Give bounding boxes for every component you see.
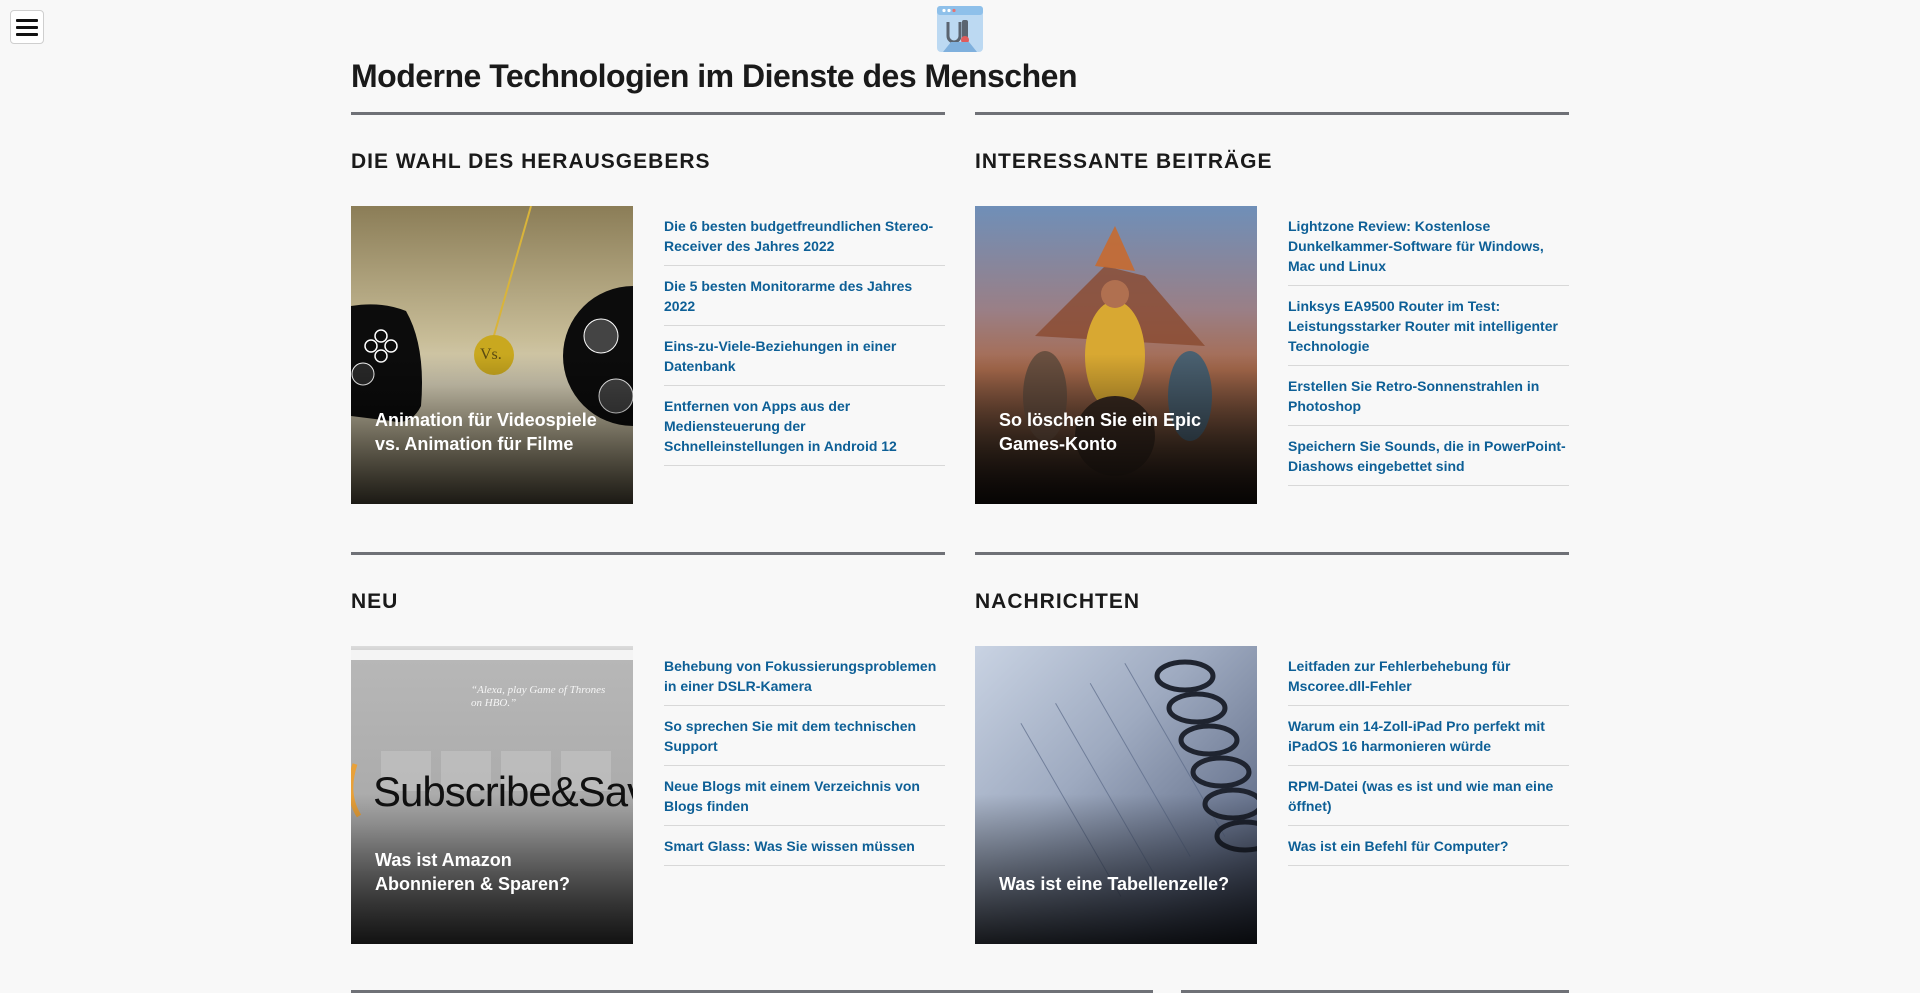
list-item: Was ist ein Befehl für Computer? [1288,826,1569,866]
feature-caption: Animation für Videospiele vs. Animation … [375,410,597,454]
article-link[interactable]: Die 6 besten budgetfreundlichen Stereo-R… [664,216,945,256]
list-item: Behebung von Fokussierungsproblemen in e… [664,646,945,706]
list-item: Neue Blogs mit einem Verzeichnis von Blo… [664,766,945,826]
list-item: Eins-zu-Viele-Beziehungen in einer Daten… [664,326,945,386]
article-list: Behebung von Fokussierungsproblemen in e… [664,646,945,866]
article-link[interactable]: RPM-Datei (was es ist und wie man eine ö… [1288,776,1569,816]
article-list: Leitfaden zur Fehlerbehebung für Mscoree… [1288,646,1569,866]
article-link[interactable]: Was ist ein Befehl für Computer? [1288,836,1569,856]
section-heading: NEU [351,590,399,613]
feature-card[interactable]: “Alexa, play Game of Thrones on HBO.” Su… [351,646,633,944]
list-item: Die 5 besten Monitorarme des Jahres 2022 [664,266,945,326]
section-heading: INTERESSANTE BEITRÄGE [975,150,1273,173]
list-item: Smart Glass: Was Sie wissen müssen [664,826,945,866]
article-link[interactable]: So sprechen Sie mit dem technischen Supp… [664,716,945,756]
article-link[interactable]: Warum ein 14-Zoll-iPad Pro perfekt mit i… [1288,716,1569,756]
article-link[interactable]: Lightzone Review: Kostenlose Dunkelkamme… [1288,216,1569,276]
feature-card[interactable]: So löschen Sie ein Epic Games-Konto [975,206,1257,504]
list-item: So sprechen Sie mit dem technischen Supp… [664,706,945,766]
section-heading: DIE WAHL DES HERAUSGEBERS [351,150,711,173]
article-link[interactable]: Linksys EA9500 Router im Test: Leistungs… [1288,296,1569,356]
feature-caption: Was ist eine Tabellenzelle? [999,874,1230,894]
article-link[interactable]: Neue Blogs mit einem Verzeichnis von Blo… [664,776,945,816]
article-link[interactable]: Speichern Sie Sounds, die in PowerPoint-… [1288,436,1569,476]
feature-caption: Was ist Amazon Abonnieren & Sparen? [375,850,571,894]
section-editors-choice: DIE WAHL DES HERAUSGEBERS Vs. [351,112,945,504]
menu-bar-icon [16,32,38,36]
menu-bar-icon [16,25,38,29]
list-item: Die 6 besten budgetfreundlichen Stereo-R… [664,206,945,266]
list-item: Lightzone Review: Kostenlose Dunkelkamme… [1288,206,1569,286]
list-item: Warum ein 14-Zoll-iPad Pro perfekt mit i… [1288,706,1569,766]
list-item: Speichern Sie Sounds, die in PowerPoint-… [1288,426,1569,486]
section-divider [351,112,945,115]
section-new: NEU “Alexa, play Game of Thrones on HBO.… [351,552,945,944]
menu-bar-icon [16,18,38,22]
article-list: Lightzone Review: Kostenlose Dunkelkamme… [1288,206,1569,486]
section-heading: NACHRICHTEN [975,590,1140,613]
feature-card[interactable]: Vs. Animation für Videospiele vs. Animat… [351,206,633,504]
list-item: Linksys EA9500 Router im Test: Leistungs… [1288,286,1569,366]
feature-caption: So löschen Sie ein Epic Games-Konto [999,410,1202,454]
list-item: Leitfaden zur Fehlerbehebung für Mscoree… [1288,646,1569,706]
article-link[interactable]: Smart Glass: Was Sie wissen müssen [664,836,945,856]
article-link[interactable]: Leitfaden zur Fehlerbehebung für Mscoree… [1288,656,1569,696]
article-link[interactable]: Behebung von Fokussierungsproblemen in e… [664,656,945,696]
article-link[interactable]: Erstellen Sie Retro-Sonnenstrahlen in Ph… [1288,376,1569,416]
section-divider [975,112,1569,115]
section-divider [351,552,945,555]
list-item: Erstellen Sie Retro-Sonnenstrahlen in Ph… [1288,366,1569,426]
section-news: NACHRICHTEN Was ist eine Tabellenzelle? … [975,552,1569,944]
section-interesting-posts: INTERESSANTE BEITRÄGE So löschen Sie ein… [975,112,1569,504]
article-list: Die 6 besten budgetfreundlichen Stereo-R… [664,206,945,466]
list-item: Entfernen von Apps aus der Mediensteueru… [664,386,945,466]
list-item: RPM-Datei (was es ist und wie man eine ö… [1288,766,1569,826]
article-link[interactable]: Eins-zu-Viele-Beziehungen in einer Daten… [664,336,945,376]
hamburger-menu-button[interactable] [10,10,44,44]
article-link[interactable]: Entfernen von Apps aus der Mediensteueru… [664,396,945,456]
article-link[interactable]: Die 5 besten Monitorarme des Jahres 2022 [664,276,945,316]
section-divider [975,552,1569,555]
site-title: Moderne Technologien im Dienste des Mens… [351,58,1077,94]
site-logo-icon[interactable] [935,4,985,54]
feature-card[interactable]: Was ist eine Tabellenzelle? [975,646,1257,944]
